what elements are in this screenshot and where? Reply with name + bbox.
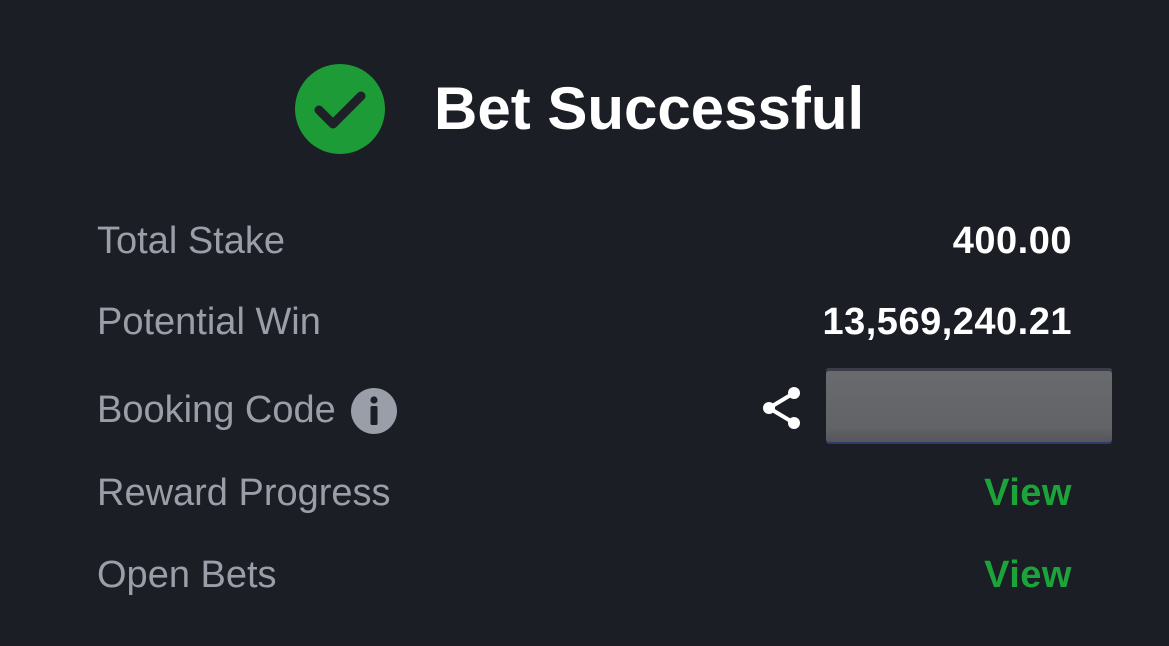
total-stake-value: 400.00 [952, 220, 1072, 262]
total-stake-label: Total Stake [97, 220, 285, 262]
share-icon[interactable] [757, 383, 807, 433]
info-icon[interactable] [350, 387, 398, 435]
open-bets-label: Open Bets [97, 554, 277, 596]
potential-win-label: Potential Win [97, 301, 321, 343]
reward-progress-row: Reward Progress View [0, 463, 1169, 523]
booking-code-value[interactable] [826, 368, 1112, 442]
open-bets-row: Open Bets View [0, 545, 1169, 605]
booking-code-row: Booking Code [0, 368, 1169, 442]
bet-success-panel: Bet Successful Total Stake 400.00 Potent… [0, 0, 1169, 646]
reward-progress-view-link[interactable]: View [984, 471, 1072, 515]
bet-success-header: Bet Successful [0, 62, 1169, 156]
potential-win-value: 13,569,240.21 [822, 301, 1072, 343]
open-bets-view-link[interactable]: View [984, 553, 1072, 597]
potential-win-row: Potential Win 13,569,240.21 [0, 292, 1169, 352]
page-title: Bet Successful [434, 75, 865, 142]
check-circle-icon [295, 64, 385, 154]
booking-code-label-group: Booking Code [97, 386, 398, 434]
booking-code-label: Booking Code [97, 389, 336, 431]
reward-progress-label: Reward Progress [97, 472, 391, 514]
total-stake-row: Total Stake 400.00 [0, 211, 1169, 271]
